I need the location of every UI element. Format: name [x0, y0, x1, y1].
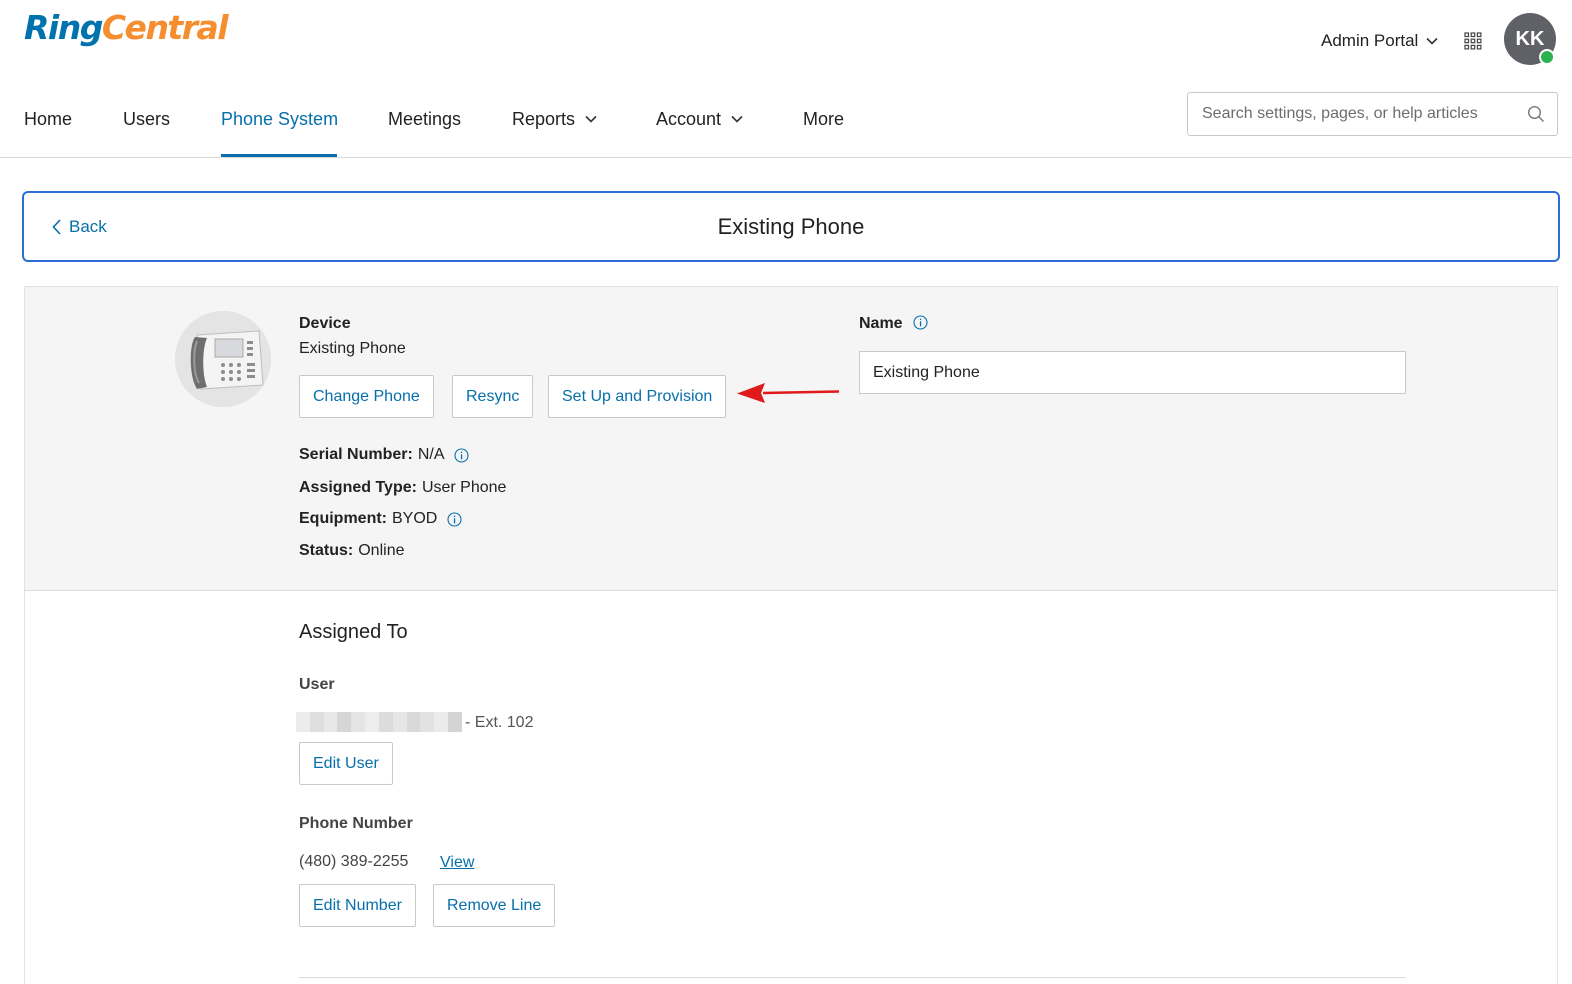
assigned-type-row: Assigned Type: User Phone — [299, 479, 506, 497]
chevron-down-icon — [585, 115, 597, 123]
serial-number-label: Serial Number: — [299, 446, 413, 463]
nav-item-reports[interactable]: Reports — [512, 108, 597, 130]
section-divider — [299, 977, 1406, 978]
nav-item-account[interactable]: Account — [656, 108, 743, 130]
nav-item-label: Users — [123, 108, 171, 129]
desk-phone-image — [175, 311, 271, 407]
chevron-down-icon — [1426, 37, 1438, 45]
nav-item-meetings[interactable]: Meetings — [388, 108, 461, 130]
nav-item-label: Phone System — [221, 108, 339, 129]
grid-icon[interactable] — [1464, 32, 1482, 50]
info-icon[interactable] — [913, 315, 928, 330]
nav-item-label: Meetings — [388, 108, 462, 129]
view-number-link[interactable]: View — [440, 854, 474, 872]
nav-item-label: Account — [656, 108, 722, 129]
edit-number-button[interactable]: Edit Number — [299, 884, 416, 927]
status-label: Status: — [299, 542, 354, 559]
device-label: Device — [299, 315, 351, 332]
redacted-user-name — [296, 712, 462, 732]
search-box — [1187, 92, 1558, 136]
admin-portal-label: Admin Portal — [1321, 31, 1419, 50]
info-icon[interactable] — [454, 447, 470, 463]
nav-item-phone-system[interactable]: Phone System — [221, 108, 338, 130]
user-label: User — [299, 676, 335, 693]
phone-number-label: Phone Number — [299, 815, 413, 832]
avatar-initials: KK — [1515, 27, 1545, 50]
serial-number-row: Serial Number: N/A — [299, 446, 470, 464]
setup-provision-button[interactable]: Set Up and Provision — [548, 375, 727, 418]
name-field-label-row: Name — [859, 315, 928, 333]
admin-portal-menu[interactable]: Admin Portal — [1321, 31, 1438, 51]
search-icon[interactable] — [1527, 105, 1545, 123]
equipment-value: BYOD — [392, 510, 438, 527]
logo-ring-text: Ring — [24, 8, 103, 47]
edit-user-button[interactable]: Edit User — [299, 742, 393, 785]
change-phone-button[interactable]: Change Phone — [299, 375, 434, 418]
red-arrow-annotation — [737, 383, 840, 403]
assigned-type-label: Assigned Type: — [299, 479, 417, 496]
user-extension: - Ext. 102 — [465, 714, 534, 731]
active-tab-indicator — [221, 154, 337, 157]
page-title: Existing Phone — [717, 214, 865, 239]
name-field-label: Name — [859, 315, 903, 332]
presence-status-dot — [1539, 49, 1555, 65]
nav-item-home[interactable]: Home — [24, 108, 72, 130]
search-input[interactable] — [1202, 105, 1527, 123]
equipment-label: Equipment: — [299, 510, 387, 527]
logo-central-text: Central — [101, 8, 229, 47]
phone-number-value: (480) 389-2255 — [299, 853, 409, 870]
nav-item-users[interactable]: Users — [123, 108, 170, 130]
resync-button[interactable]: Resync — [452, 375, 534, 418]
device-name-input[interactable] — [859, 351, 1406, 394]
ringcentral-logo[interactable]: RingCentral — [24, 8, 229, 47]
chevron-down-icon — [731, 115, 743, 123]
assignment-panel — [24, 590, 1558, 984]
serial-number-value: N/A — [417, 446, 445, 463]
device-value: Existing Phone — [299, 340, 406, 357]
desk-phone-icon — [175, 311, 271, 407]
status-row: Status: Online — [299, 542, 404, 560]
page-header-bar: Back Existing Phone — [22, 191, 1560, 262]
equipment-row: Equipment: BYOD — [299, 510, 462, 528]
nav-item-label: Home — [24, 108, 73, 129]
assigned-to-heading: Assigned To — [299, 621, 408, 643]
nav-item-label: More — [803, 108, 845, 129]
assigned-type-value: User Phone — [421, 479, 507, 496]
info-icon[interactable] — [447, 511, 462, 527]
nav-item-label: Reports — [512, 108, 576, 129]
status-value: Online — [358, 542, 405, 559]
nav-item-more[interactable]: More — [803, 108, 844, 130]
remove-line-button[interactable]: Remove Line — [433, 884, 556, 927]
